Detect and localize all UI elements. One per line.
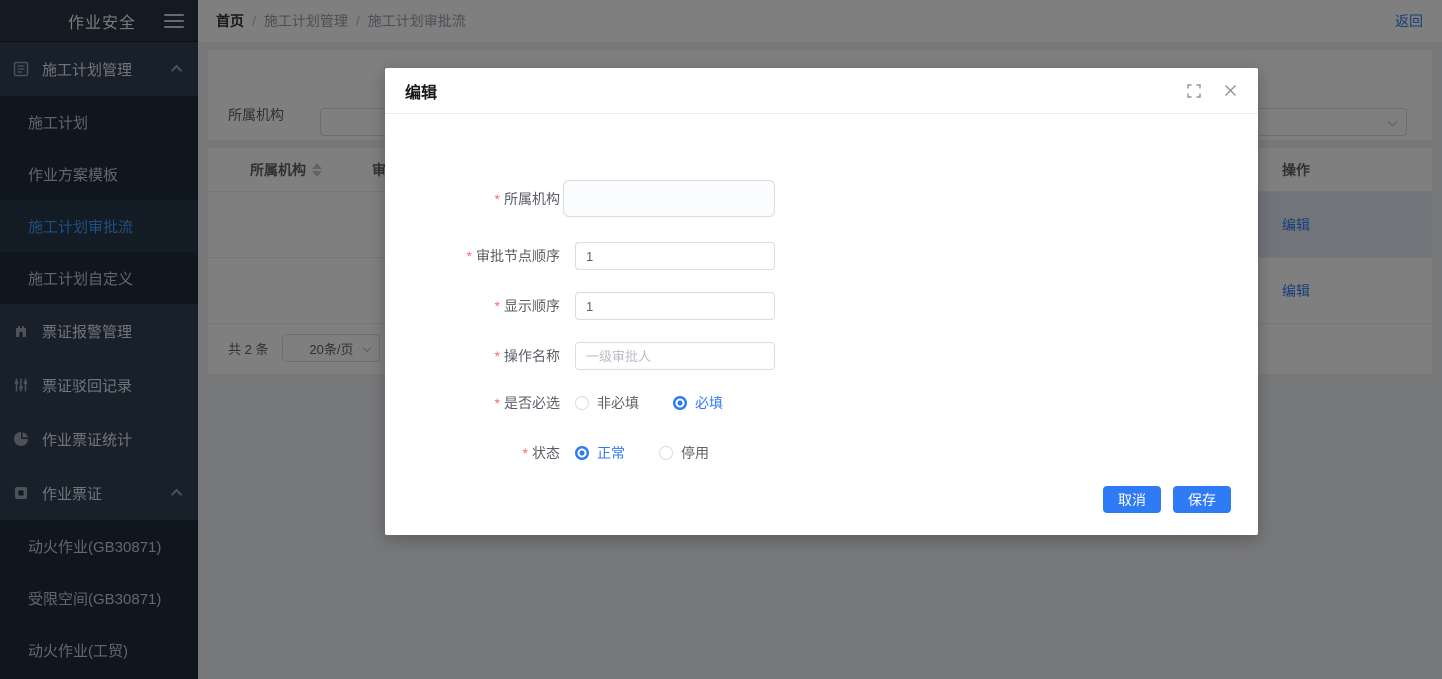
form-row-org: *所属机构 [385, 180, 775, 217]
action-name-field[interactable] [575, 342, 775, 370]
radio-option-normal[interactable]: 正常 [575, 443, 625, 463]
radio-unchecked-icon [659, 446, 673, 460]
radio-option-disabled[interactable]: 停用 [659, 443, 709, 463]
required-asterisk: * [495, 191, 500, 207]
org-field-label: *所属机构 [385, 189, 560, 209]
node-order-field[interactable] [575, 242, 775, 270]
status-field-label: *状态 [385, 443, 560, 463]
radio-option-label: 停用 [681, 443, 709, 463]
display-order-field[interactable] [575, 292, 775, 320]
form-row-display-order: *显示顺序 [385, 292, 775, 320]
required-asterisk: * [495, 348, 500, 364]
required-asterisk: * [523, 445, 528, 461]
required-asterisk: * [495, 298, 500, 314]
fullscreen-icon[interactable] [1186, 83, 1202, 99]
status-radio-group: 正常 停用 [575, 443, 709, 463]
radio-option-not-required[interactable]: 非必填 [575, 393, 639, 413]
form-row-required: *是否必选 非必填 必填 [385, 393, 723, 413]
node-order-field-label: *审批节点顺序 [385, 246, 560, 266]
display-order-field-label: *显示顺序 [385, 296, 560, 316]
radio-checked-icon [575, 446, 589, 460]
edit-dialog-title: 编辑 [405, 79, 437, 103]
radio-checked-icon [673, 396, 687, 410]
radio-option-label: 正常 [597, 443, 625, 463]
edit-dialog: 编辑 *所属机构 *审批节点顺序 *显示顺序 *操作名称 *是否必选 [385, 68, 1258, 535]
form-row-status: *状态 正常 停用 [385, 443, 709, 463]
radio-unchecked-icon [575, 396, 589, 410]
radio-option-label: 必填 [695, 393, 723, 413]
required-asterisk: * [467, 248, 472, 264]
cancel-button[interactable]: 取消 [1103, 486, 1161, 513]
required-field-label: *是否必选 [385, 393, 560, 413]
close-icon[interactable] [1222, 83, 1238, 99]
save-button[interactable]: 保存 [1173, 486, 1231, 513]
edit-dialog-header: 编辑 [385, 68, 1258, 114]
edit-dialog-footer: 取消 保存 [1103, 486, 1231, 513]
radio-option-required[interactable]: 必填 [673, 393, 723, 413]
form-row-node-order: *审批节点顺序 [385, 242, 775, 270]
org-field[interactable] [563, 180, 775, 217]
radio-option-label: 非必填 [597, 393, 639, 413]
required-radio-group: 非必填 必填 [575, 393, 723, 413]
edit-dialog-body: *所属机构 *审批节点顺序 *显示顺序 *操作名称 *是否必选 非必填 必填 *… [385, 114, 1258, 486]
required-asterisk: * [495, 395, 500, 411]
form-row-action-name: *操作名称 [385, 342, 775, 370]
action-name-field-label: *操作名称 [385, 346, 560, 366]
